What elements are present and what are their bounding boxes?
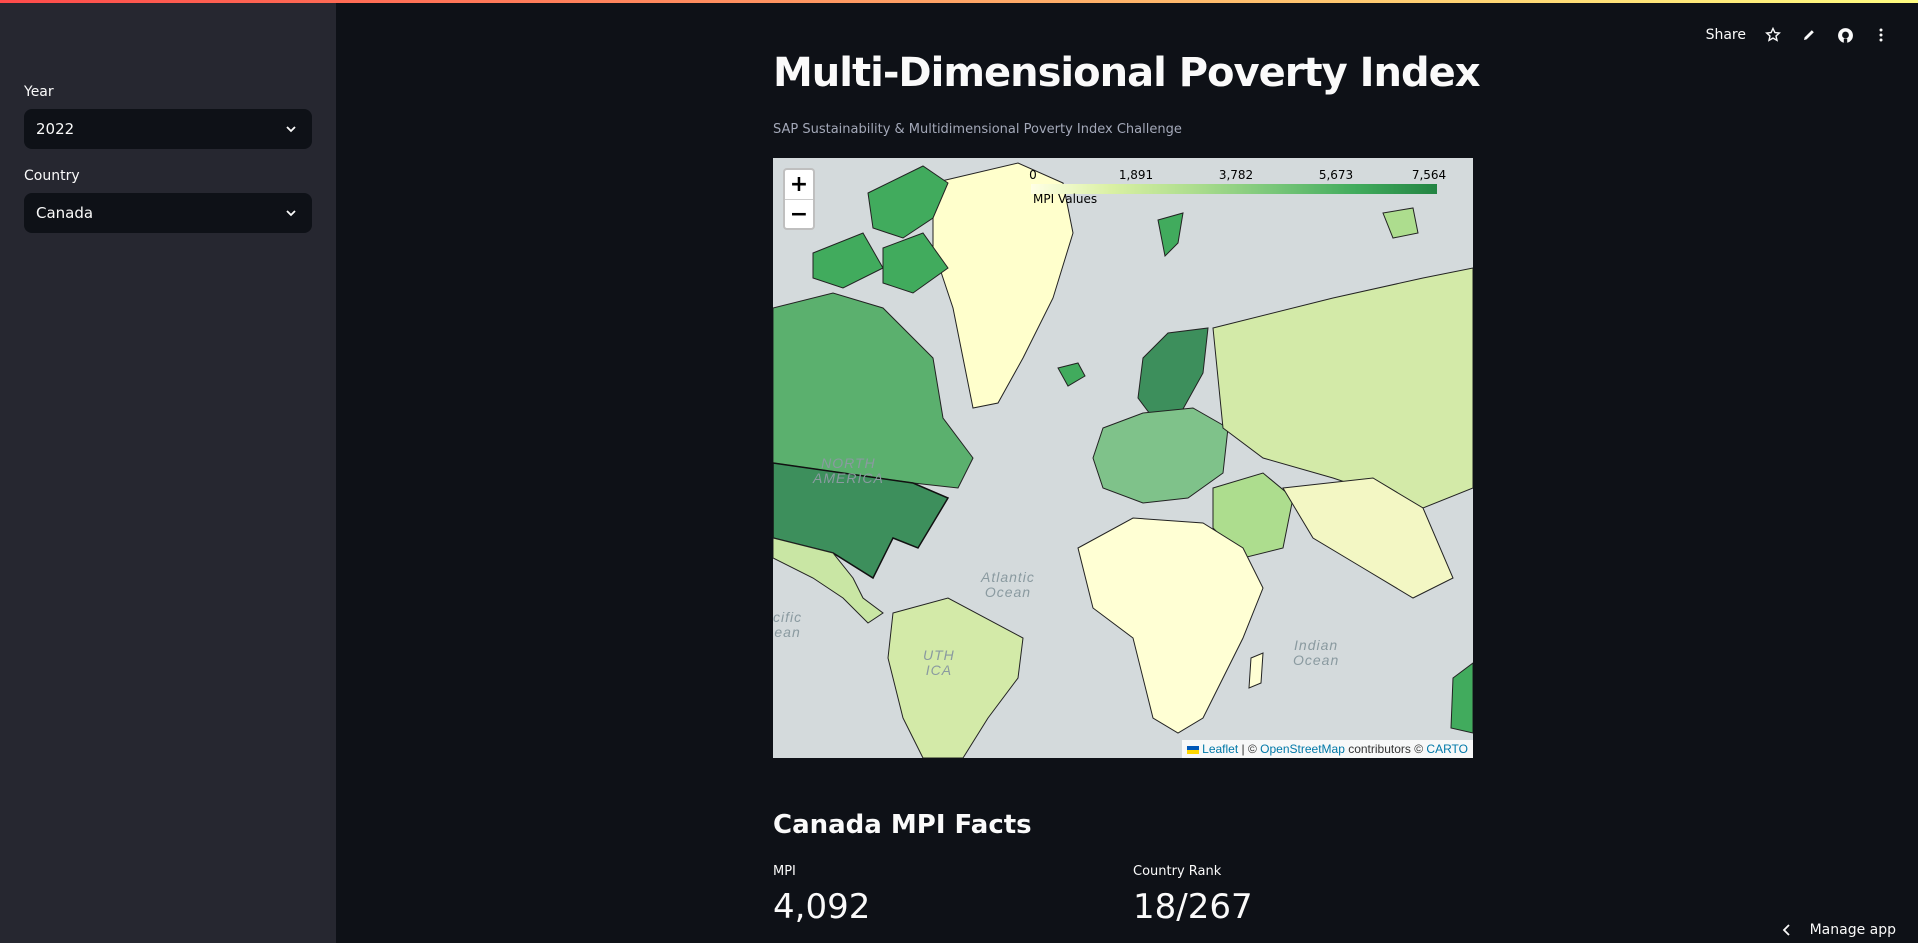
country-select[interactable]: Canada: [24, 193, 312, 233]
south-america-shape: [887, 597, 1024, 758]
choropleth-map[interactable]: NORTH AMERICA Atlantic Ocean cific ean UTH I…: [773, 158, 1473, 758]
legend-tick: 1,891: [1118, 168, 1154, 182]
rank-metric: Country Rank 18/267: [1133, 864, 1253, 927]
mpi-metric: MPI 4,092: [773, 864, 870, 927]
mpi-metric-value: 4,092: [773, 887, 871, 927]
rank-metric-value: 18/267: [1133, 887, 1253, 927]
legend-tick: 7,564: [1411, 168, 1447, 182]
map-attribution: Leaflet | © OpenStreetMap contributors ©…: [1181, 740, 1473, 758]
map-label-south-america: UTH ICA: [923, 647, 955, 678]
country-label: Country: [24, 168, 80, 184]
star-icon[interactable]: [1764, 26, 1782, 44]
asia-shape: [1212, 267, 1473, 509]
scandinavia-shape: [1137, 327, 1209, 419]
manage-app-button[interactable]: Manage app: [1782, 922, 1896, 938]
year-select[interactable]: 2022: [24, 109, 312, 149]
header-toolbar: Share: [1706, 26, 1890, 44]
leaflet-link[interactable]: Leaflet: [1202, 742, 1238, 756]
year-label: Year: [24, 84, 54, 100]
map-label-pacific: cific ean: [773, 609, 803, 640]
zoom-control: + −: [783, 168, 815, 230]
page-subtitle: SAP Sustainability & Multidimensional Po…: [773, 122, 1182, 137]
chevron-down-icon: [286, 210, 296, 217]
country-select-value: Canada: [36, 204, 94, 222]
top-decoration-bar: [0, 0, 1918, 3]
map-legend: 0 1,891 3,782 5,673 7,564 MPI Values: [1029, 166, 1447, 212]
more-vertical-icon[interactable]: [1872, 26, 1890, 44]
map-label-north-america: NORTH AMERICA: [813, 455, 884, 486]
attribution-contributors: contributors ©: [1344, 742, 1427, 756]
osm-link[interactable]: OpenStreetMap: [1260, 742, 1345, 756]
australia-shape: [1450, 662, 1473, 734]
africa-shape: [1077, 517, 1264, 734]
mpi-metric-label: MPI: [773, 864, 796, 879]
share-button[interactable]: Share: [1706, 27, 1746, 43]
legend-tick: 0: [1029, 168, 1037, 182]
zoom-in-button[interactable]: +: [785, 170, 813, 199]
ukraine-flag-icon: [1186, 745, 1199, 754]
zoom-out-button[interactable]: −: [785, 199, 813, 228]
chevron-down-icon: [286, 126, 296, 133]
map-label-atlantic: Atlantic Ocean: [981, 569, 1035, 600]
sidebar: Year 2022 Country Canada: [0, 0, 336, 943]
legend-tick: 5,673: [1318, 168, 1354, 182]
chevron-left-icon: [1782, 924, 1790, 936]
year-select-value: 2022: [36, 120, 75, 138]
github-icon[interactable]: [1836, 26, 1854, 44]
manage-app-label: Manage app: [1809, 922, 1896, 938]
facts-heading: Canada MPI Facts: [773, 810, 1032, 840]
attribution-sep: | ©: [1238, 742, 1261, 756]
carto-link[interactable]: CARTO: [1426, 742, 1468, 756]
page-title: Multi-Dimensional Poverty Index: [773, 50, 1480, 96]
rank-metric-label: Country Rank: [1133, 864, 1222, 879]
pencil-icon[interactable]: [1800, 26, 1818, 44]
iceland-shape: [1057, 362, 1086, 387]
legend-caption: MPI Values: [1033, 192, 1098, 206]
map-label-indian: Indian Ocean: [1293, 637, 1340, 668]
legend-tick: 3,782: [1218, 168, 1254, 182]
europe-shape: [1092, 407, 1229, 504]
